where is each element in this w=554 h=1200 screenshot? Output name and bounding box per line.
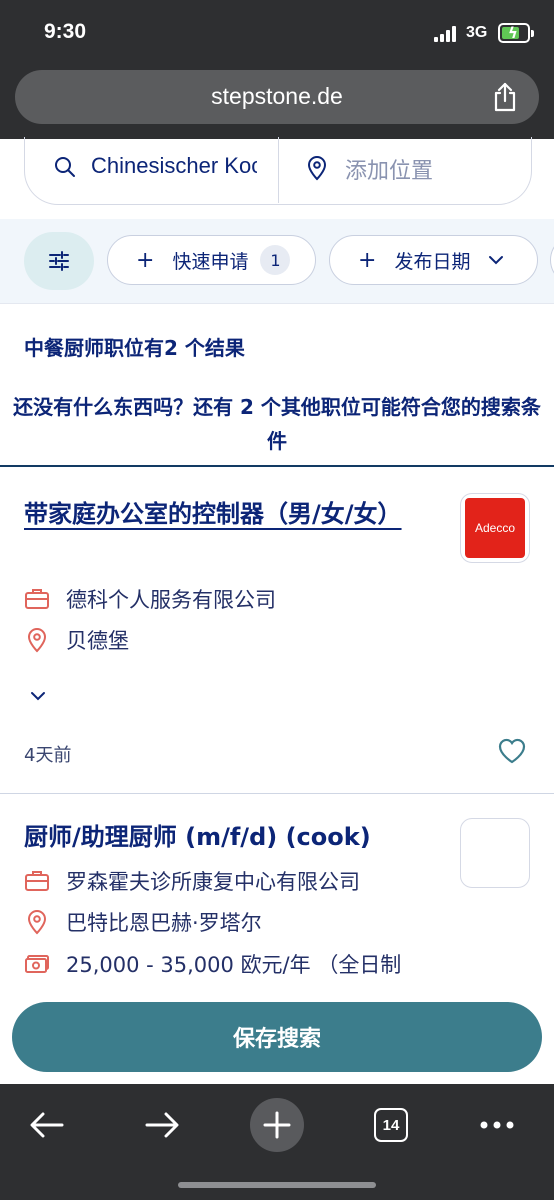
share-icon[interactable] — [491, 82, 519, 112]
date-posted-chip[interactable]: + 发布日期 — [329, 235, 538, 285]
results-count: 中餐厨师职位有2 个结果 — [24, 336, 245, 360]
plus-icon — [263, 1111, 291, 1139]
chevron-down-icon[interactable] — [30, 691, 46, 701]
tabs-count: 14 — [374, 1108, 408, 1142]
chevron-down-icon — [489, 256, 504, 265]
job-card[interactable]: 带家庭办公室的控制器（男/女/女） Adecco 德科个人服务有限公司 贝德堡 … — [0, 467, 554, 793]
save-search-area: 保存搜索 — [0, 990, 554, 1084]
adecco-logo: Adecco — [465, 498, 525, 558]
search-divider — [278, 137, 279, 203]
money-icon — [25, 955, 49, 973]
plus-icon: + — [358, 247, 377, 273]
home-indicator — [178, 1182, 376, 1188]
filter-button[interactable] — [24, 232, 94, 290]
more-dots-icon — [480, 1121, 514, 1129]
job-title[interactable]: 带家庭办公室的控制器（男/女/女） — [24, 493, 424, 535]
network-type: 3G — [466, 24, 488, 41]
search-input[interactable]: Chinesischer Koch — [91, 153, 257, 179]
location-pin-icon — [307, 156, 327, 181]
quick-apply-count: 1 — [260, 245, 291, 275]
location-input[interactable]: 添加位置 — [345, 153, 433, 185]
date-posted-label: 发布日期 — [394, 250, 471, 273]
filter-bar: + 快速申请 1 + 发布日期 — [0, 219, 554, 304]
more-filter-chip[interactable] — [550, 235, 554, 285]
status-time: 9:30 — [44, 20, 87, 43]
battery-icon: ϟ — [498, 23, 534, 43]
briefcase-icon — [25, 589, 49, 609]
company-name: 罗森霍夫诊所康复中心有限公司 — [66, 870, 360, 894]
company-logo: Adecco — [460, 493, 530, 563]
forward-button[interactable] — [135, 1098, 189, 1152]
salary-text: 25,000 - 35,000 欧元/年 （全日制 — [66, 953, 402, 977]
location-row: 巴特比恩巴赫·罗塔尔 — [24, 907, 262, 937]
briefcase-icon — [25, 871, 49, 891]
quick-apply-chip[interactable]: + 快速申请 1 — [107, 235, 316, 285]
job-location: 贝德堡 — [66, 629, 129, 653]
location-pin-icon — [27, 628, 47, 653]
url-text: stepstone.de — [211, 83, 343, 109]
sliders-icon — [49, 251, 69, 271]
arrow-left-icon — [30, 1112, 64, 1138]
job-title[interactable]: 厨师/助理厨师 (m/f/d) (cook) — [24, 816, 444, 858]
location-pin-icon — [27, 910, 47, 935]
plus-icon: + — [136, 247, 155, 273]
company-name: 德科个人服务有限公司 — [66, 588, 276, 612]
search-area: Chinesischer Koch 添加位置 — [0, 137, 554, 219]
job-card[interactable]: 厨师/助理厨师 (m/f/d) (cook) 罗森霍夫诊所康复中心有限公司 巴特… — [0, 794, 554, 990]
signal-icon — [434, 26, 460, 42]
heart-icon[interactable] — [497, 737, 527, 765]
results-more-text: 还没有什么东西吗？还有 2 个其他职位可能符合您的搜索条件 — [0, 390, 554, 458]
company-row: 罗森霍夫诊所康复中心有限公司 — [24, 866, 360, 896]
job-location: 巴特比恩巴赫·罗塔尔 — [66, 911, 262, 935]
arrow-right-icon — [145, 1112, 179, 1138]
search-icon — [55, 157, 75, 177]
company-row: 德科个人服务有限公司 — [24, 584, 276, 614]
browser-chrome: 9:30 3G ϟ stepstone.de — [0, 0, 554, 139]
save-search-button[interactable]: 保存搜索 — [12, 1002, 542, 1072]
quick-apply-label: 快速申请 — [172, 250, 249, 273]
location-row: 贝德堡 — [24, 625, 129, 655]
browser-toolbar: 14 — [0, 1084, 554, 1200]
company-logo — [460, 818, 530, 888]
menu-button[interactable] — [470, 1098, 524, 1152]
tabs-button[interactable]: 14 — [364, 1098, 418, 1152]
salary-row: 25,000 - 35,000 欧元/年 （全日制 — [24, 949, 401, 979]
new-tab-button[interactable] — [250, 1098, 304, 1152]
results-more-line: 还没有什么东西吗？还有 2 个其他职位可能符合您的搜索条件 — [13, 395, 541, 453]
back-button[interactable] — [20, 1098, 74, 1152]
address-bar[interactable]: stepstone.de — [15, 70, 539, 124]
search-box: Chinesischer Koch 添加位置 — [24, 137, 532, 205]
posted-date: 4天前 — [24, 745, 72, 766]
